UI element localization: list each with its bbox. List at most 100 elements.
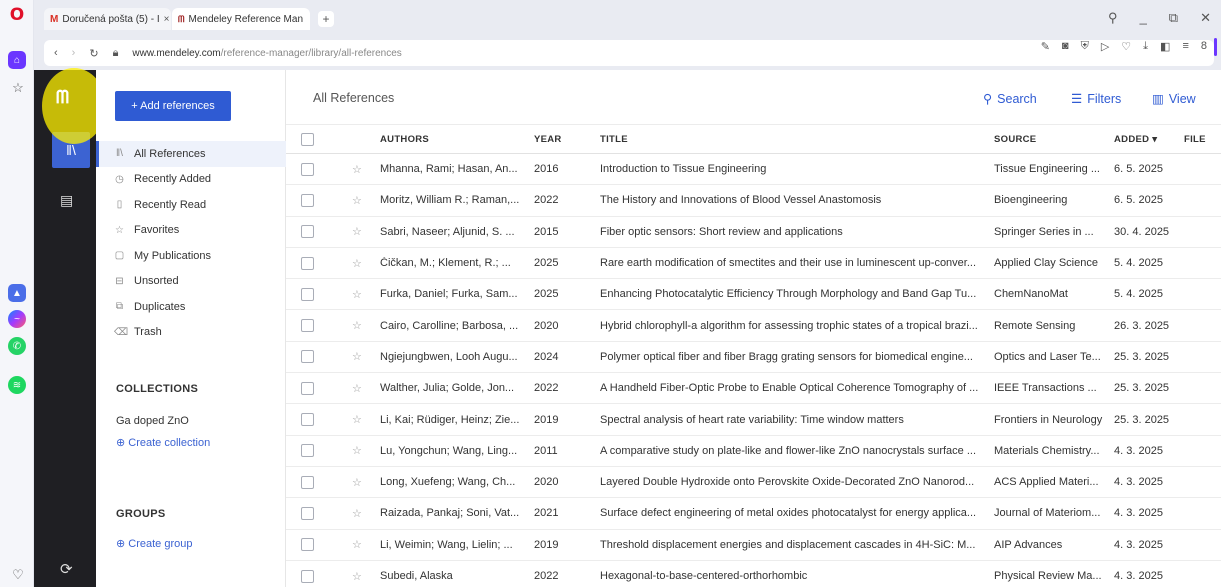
close-window-icon[interactable]: ✕: [1200, 10, 1211, 26]
aria-app-icon[interactable]: ▲: [8, 284, 26, 302]
star-icon[interactable]: ☆: [352, 154, 366, 184]
heart-icon[interactable]: ♡: [1121, 40, 1131, 53]
select-all-checkbox[interactable]: [301, 125, 321, 153]
nav-my-publications[interactable]: ▢ My Publications: [96, 243, 286, 269]
row-checkbox[interactable]: [301, 436, 321, 466]
opera-logo-icon[interactable]: O: [9, 7, 25, 24]
create-collection-link[interactable]: ⊕ Create collection: [116, 436, 210, 449]
table-row[interactable]: ☆ Long, Xuefeng; Wang, Ch... 2020 Layered D…: [286, 467, 1221, 499]
star-icon[interactable]: ☆: [352, 467, 366, 497]
star-icon[interactable]: ☆: [352, 436, 366, 466]
camera-icon[interactable]: ◙: [1062, 40, 1069, 53]
star-icon[interactable]: ☆: [352, 310, 366, 340]
table-row[interactable]: ☆ Lu, Yongchun; Wang, Ling... 2011 A compar…: [286, 436, 1221, 467]
forward-icon[interactable]: ›: [72, 47, 76, 59]
battery-icon[interactable]: ◧: [1160, 40, 1170, 53]
notebook-icon[interactable]: ▤: [60, 192, 73, 209]
nav-duplicates[interactable]: ⧉ Duplicates: [96, 294, 286, 320]
home-icon[interactable]: ⌂: [8, 51, 26, 69]
row-checkbox[interactable]: [301, 467, 321, 497]
star-icon[interactable]: ☆: [352, 185, 366, 215]
col-source[interactable]: SOURCE: [994, 125, 1110, 153]
create-group-link[interactable]: ⊕ Create group: [116, 537, 192, 550]
minimize-icon[interactable]: _: [1140, 10, 1147, 26]
sync-icon[interactable]: ⟳: [60, 560, 73, 578]
col-year[interactable]: YEAR: [534, 125, 584, 153]
row-checkbox[interactable]: [301, 561, 321, 587]
row-checkbox[interactable]: [301, 373, 321, 403]
star-icon[interactable]: ☆: [352, 404, 366, 434]
download-icon[interactable]: ⤓: [1143, 40, 1148, 53]
row-checkbox[interactable]: [301, 498, 321, 528]
col-title[interactable]: TITLE: [600, 125, 982, 153]
spotify-icon[interactable]: ≋: [8, 376, 26, 394]
row-checkbox[interactable]: [301, 217, 321, 247]
close-icon[interactable]: ×: [164, 14, 170, 25]
row-checkbox[interactable]: [301, 404, 321, 434]
star-icon[interactable]: ☆: [352, 530, 366, 560]
messenger-icon[interactable]: ~: [8, 310, 26, 328]
star-icon[interactable]: ☆: [352, 217, 366, 247]
star-icon[interactable]: ☆: [352, 498, 366, 528]
star-icon[interactable]: ☆: [352, 373, 366, 403]
col-file[interactable]: FILE: [1184, 125, 1219, 153]
row-source: Tissue Engineering ...: [994, 163, 1100, 176]
table-row[interactable]: ☆ Čičkan, M.; Klement, R.; ... 2025 Rare ea…: [286, 248, 1221, 280]
url-text: www.mendeley.com/reference-manager/libra…: [132, 47, 402, 59]
edit-icon[interactable]: ✎: [1041, 40, 1050, 53]
col-added[interactable]: ADDED ▾: [1114, 125, 1180, 153]
table-row[interactable]: ☆ Moritz, William R.; Raman,... 2022 The Hi…: [286, 185, 1221, 217]
col-authors[interactable]: AUTHORS: [380, 125, 534, 153]
table-row[interactable]: ☆ Raizada, Pankaj; Soni, Vat... 2021 Surfac…: [286, 498, 1221, 530]
whatsapp-icon[interactable]: ✆: [8, 337, 26, 355]
nav-unsorted[interactable]: ⊟ Unsorted: [96, 269, 286, 295]
row-checkbox[interactable]: [301, 310, 321, 340]
star-icon[interactable]: ☆: [9, 79, 27, 97]
nav-recently-added[interactable]: ◷ Recently Added: [96, 167, 286, 193]
row-checkbox[interactable]: [301, 279, 321, 309]
tab-gmail[interactable]: M Doručená pošta (5) - I ×: [44, 8, 171, 30]
row-checkbox[interactable]: [301, 342, 321, 372]
row-checkbox[interactable]: [301, 248, 321, 278]
filters-button[interactable]: ☰ Filters: [1071, 91, 1121, 107]
star-icon[interactable]: ☆: [352, 248, 366, 278]
add-references-button[interactable]: + Add references: [115, 91, 231, 121]
table-row[interactable]: ☆ Sabri, Naseer; Aljunid, S. ... 2015 Fiber…: [286, 217, 1221, 248]
tab-mendeley[interactable]: ᗰ Mendeley Reference Man: [172, 8, 310, 30]
url-field[interactable]: ‹ › ↻ 🔒︎ www.mendeley.com/reference-mana…: [44, 40, 1214, 66]
table-row[interactable]: ☆ Li, Kai; Rüdiger, Heinz; Zie... 2019 Spec…: [286, 404, 1221, 436]
table-row[interactable]: ☆ Mhanna, Rami; Hasan, An... 2016 Introduct…: [286, 154, 1221, 186]
table-row[interactable]: ☆ Cairo, Carolline; Barbosa, ... 2020 Hybri…: [286, 310, 1221, 342]
row-title: Surface defect engineering of metal oxid…: [600, 507, 977, 520]
profile-icon[interactable]: 8: [1201, 40, 1207, 53]
search-button[interactable]: ⚲ Search: [983, 91, 1037, 107]
nav-trash[interactable]: ⌫ Trash: [96, 320, 286, 346]
search-tabs-icon[interactable]: ⚲: [1108, 10, 1118, 26]
nav-favorites[interactable]: ☆ Favorites: [96, 218, 286, 244]
table-row[interactable]: ☆ Li, Weimin; Wang, Lielin; ... 2019 Thresh…: [286, 530, 1221, 561]
star-icon[interactable]: ☆: [352, 279, 366, 309]
row-checkbox[interactable]: [301, 154, 321, 184]
table-row[interactable]: ☆ Subedi, Alaska 2022 Hexagonal-to-base-cen…: [286, 561, 1221, 587]
mendeley-logo-icon[interactable]: ᗰ: [56, 87, 69, 108]
shield-icon[interactable]: ⛨: [1081, 40, 1089, 53]
heart-icon[interactable]: ♡: [9, 566, 27, 584]
reload-icon[interactable]: ↻: [89, 47, 98, 60]
star-icon[interactable]: ☆: [352, 561, 366, 587]
star-icon[interactable]: ☆: [352, 342, 366, 372]
snap-icon[interactable]: ⧉: [1169, 10, 1178, 26]
table-row[interactable]: ☆ Walther, Julia; Golde, Jon... 2022 A Hand…: [286, 373, 1221, 405]
play-icon[interactable]: ▷: [1101, 40, 1109, 53]
nav-all-references[interactable]: ‖\ All References: [96, 141, 286, 167]
row-checkbox[interactable]: [301, 185, 321, 215]
back-icon[interactable]: ‹: [54, 47, 58, 59]
menu-icon[interactable]: ≡: [1182, 40, 1188, 53]
nav-recently-read[interactable]: ▯ Recently Read: [96, 192, 286, 218]
table-row[interactable]: ☆ Ngiejungbwen, Looh Augu... 2024 Polymer o…: [286, 342, 1221, 374]
table-row[interactable]: ☆ Furka, Daniel; Furka, Sam... 2025 Enhanci…: [286, 279, 1221, 311]
collection-item[interactable]: Ga doped ZnO: [116, 415, 189, 427]
new-tab-button[interactable]: +: [318, 11, 334, 27]
sidebar-toggle[interactable]: [1214, 38, 1217, 56]
view-button[interactable]: ▥ View: [1152, 91, 1196, 107]
row-checkbox[interactable]: [301, 530, 321, 560]
